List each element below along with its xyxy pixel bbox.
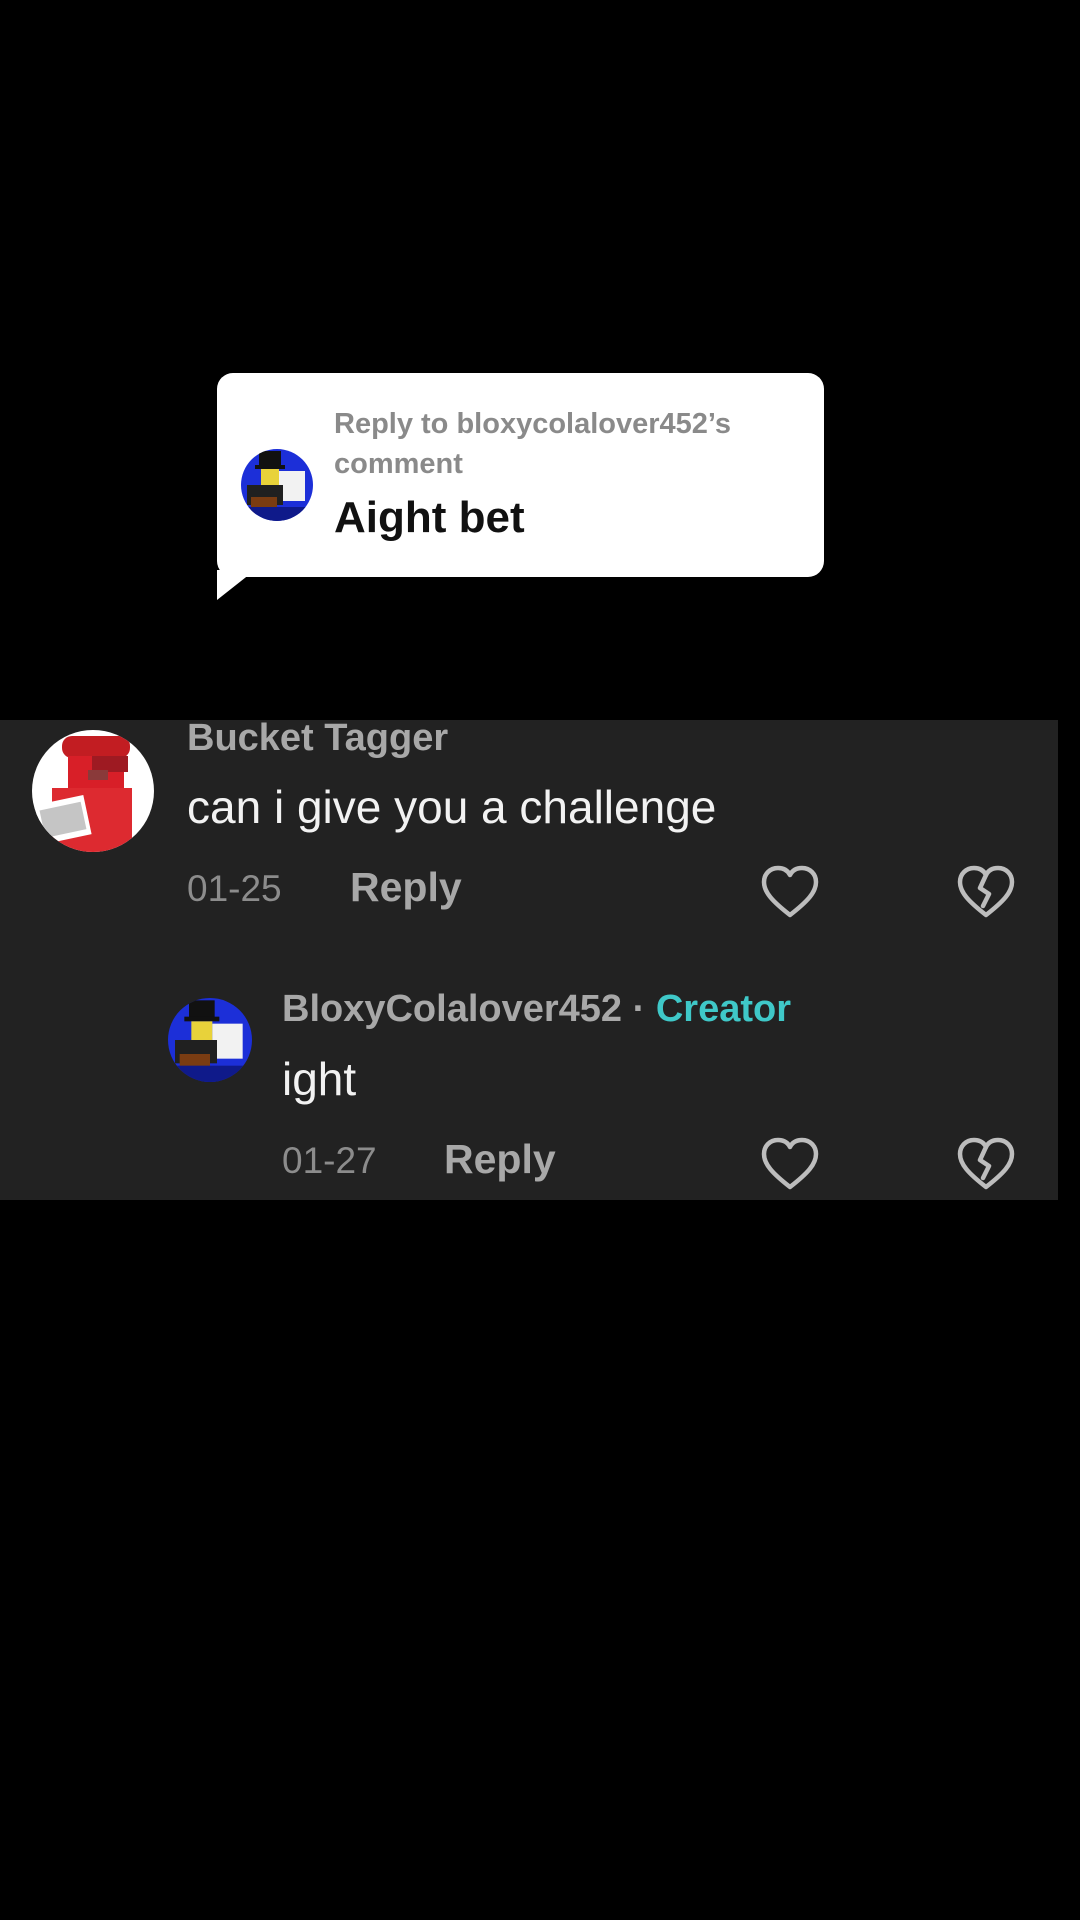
reply-card-text: Aight bet	[334, 493, 525, 542]
username-separator: ·	[632, 988, 646, 1030]
video-frame: Reply to bloxycolalover452’s comment Aig…	[0, 0, 1080, 1920]
reply-card-heading: Reply to bloxycolalover452’s comment	[334, 408, 732, 480]
heart-outline-icon[interactable]	[760, 1136, 820, 1192]
reply-text: ight	[282, 1053, 357, 1105]
heart-outline-icon[interactable]	[760, 864, 820, 920]
comment-date: 01-25	[187, 868, 282, 909]
comment-username[interactable]: Bucket Tagger	[187, 717, 448, 760]
reply-card-avatar	[241, 449, 313, 521]
reply-username-line: BloxyColalover452 · Creator	[282, 988, 791, 1031]
broken-heart-icon[interactable]	[956, 1136, 1016, 1192]
creator-badge: Creator	[655, 988, 791, 1030]
bucket-tagger-avatar[interactable]	[32, 730, 154, 852]
reply-username[interactable]: BloxyColalover452	[282, 988, 622, 1030]
reply-date: 01-27	[282, 1140, 377, 1181]
comment-reply-button[interactable]: Reply	[350, 864, 462, 911]
broken-heart-icon[interactable]	[956, 864, 1016, 920]
reply-reply-button[interactable]: Reply	[444, 1136, 556, 1183]
comment-text: can i give you a challenge	[187, 781, 717, 833]
reply-card-tail	[217, 570, 255, 600]
bloxycolalover452-avatar[interactable]	[168, 998, 252, 1082]
